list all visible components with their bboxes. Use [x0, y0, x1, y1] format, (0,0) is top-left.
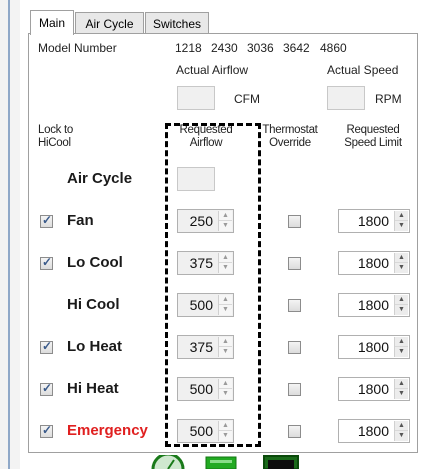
requested-airflow-highlight: [165, 123, 261, 447]
lo-cool-label: Lo Cool: [67, 254, 123, 271]
lo-cool-speed-value: 1800: [357, 255, 389, 271]
lock-header-line1: Lock to: [38, 124, 73, 136]
spinner-buttons: ▲ ▼: [394, 253, 408, 273]
model-number-1218: 1218: [175, 41, 202, 55]
indicator-icon: [205, 456, 237, 469]
actual-speed-unit: RPM: [375, 92, 402, 106]
checkmark-icon: ✓: [42, 339, 53, 353]
lo-cool-speed-limit-spinner[interactable]: 1800 ▲ ▼: [338, 251, 410, 275]
tab-switches[interactable]: Switches: [145, 12, 209, 34]
hi-heat-speed-limit-spinner[interactable]: 1800 ▲ ▼: [338, 377, 410, 401]
thermostat-override-header-line1: Thermostat: [262, 124, 318, 136]
lock-header-line2: HiCool: [38, 137, 71, 149]
lo-heat-lock-checkbox[interactable]: ✓: [40, 339, 53, 354]
spin-down-icon[interactable]: ▼: [395, 389, 408, 399]
fan-speed-limit-spinner[interactable]: 1800 ▲ ▼: [338, 209, 410, 233]
lo-cool-override-checkbox[interactable]: [288, 257, 301, 270]
emergency-label: Emergency: [67, 422, 148, 439]
model-number-3642: 3642: [283, 41, 310, 55]
emergency-speed-limit-spinner[interactable]: 1800 ▲ ▼: [338, 419, 410, 443]
spin-down-icon[interactable]: ▼: [395, 347, 408, 357]
hi-heat-label: Hi Heat: [67, 380, 119, 397]
checkmark-icon: ✓: [42, 381, 53, 395]
checkmark-icon: ✓: [42, 423, 53, 437]
window-left-border: [8, 0, 10, 469]
actual-airflow-unit: CFM: [234, 92, 260, 106]
model-number-label: Model Number: [38, 41, 117, 55]
speed-limit-header-line1: Requested: [346, 124, 400, 136]
emergency-speed-value: 1800: [357, 423, 389, 439]
spinner-buttons: ▲ ▼: [394, 379, 408, 399]
speed-limit-header-line2: Speed Limit: [344, 137, 402, 149]
tab-air-cycle[interactable]: Air Cycle: [75, 12, 144, 34]
fan-speed-value: 1800: [357, 213, 389, 229]
hi-cool-override-checkbox[interactable]: [288, 299, 301, 312]
lo-cool-lock-checkbox[interactable]: ✓: [40, 255, 53, 270]
hi-heat-lock-checkbox[interactable]: ✓: [40, 381, 53, 396]
spin-up-icon[interactable]: ▲: [395, 295, 408, 305]
lo-heat-label: Lo Heat: [67, 338, 123, 355]
spinner-buttons: ▲ ▼: [394, 337, 408, 357]
spin-down-icon[interactable]: ▼: [395, 263, 408, 273]
fan-label: Fan: [67, 212, 94, 229]
model-number-3036: 3036: [247, 41, 274, 55]
model-number-2430: 2430: [211, 41, 238, 55]
lo-heat-override-checkbox[interactable]: [288, 341, 301, 354]
hi-cool-speed-limit-spinner[interactable]: 1800 ▲ ▼: [338, 293, 410, 317]
actual-airflow-label: Actual Airflow: [176, 63, 249, 77]
emergency-lock-checkbox[interactable]: ✓: [40, 423, 53, 438]
fan-lock-checkbox[interactable]: ✓: [40, 213, 53, 228]
spin-down-icon[interactable]: ▼: [395, 431, 408, 441]
spin-down-icon[interactable]: ▼: [395, 305, 408, 315]
model-number-4860: 4860: [320, 41, 347, 55]
hi-heat-override-checkbox[interactable]: [288, 383, 301, 396]
gauge-icon: [151, 455, 185, 469]
hi-cool-speed-value: 1800: [357, 297, 389, 313]
spin-up-icon[interactable]: ▲: [395, 211, 408, 221]
spinner-buttons: ▲ ▼: [394, 211, 408, 231]
checkmark-icon: ✓: [42, 213, 53, 227]
spinner-buttons: ▲ ▼: [394, 295, 408, 315]
window-left-frame: [0, 0, 20, 469]
hi-heat-speed-value: 1800: [357, 381, 389, 397]
display-icon: [263, 455, 299, 469]
thermostat-override-header-line2: Override: [269, 137, 311, 149]
emergency-override-checkbox[interactable]: [288, 425, 301, 438]
spin-down-icon[interactable]: ▼: [395, 221, 408, 231]
spin-up-icon[interactable]: ▲: [395, 337, 408, 347]
hi-cool-label: Hi Cool: [67, 296, 120, 313]
lo-heat-speed-limit-spinner[interactable]: 1800 ▲ ▼: [338, 335, 410, 359]
tab-main[interactable]: Main: [30, 10, 74, 35]
lo-heat-speed-value: 1800: [357, 339, 389, 355]
spin-up-icon[interactable]: ▲: [395, 421, 408, 431]
actual-speed-display: [327, 86, 365, 110]
spin-up-icon[interactable]: ▲: [395, 253, 408, 263]
fan-override-checkbox[interactable]: [288, 215, 301, 228]
checkmark-icon: ✓: [42, 255, 53, 269]
spinner-buttons: ▲ ▼: [394, 421, 408, 441]
actual-speed-label: Actual Speed: [327, 63, 399, 77]
air-cycle-label: Air Cycle: [67, 170, 133, 187]
actual-airflow-display: [177, 86, 215, 110]
spin-up-icon[interactable]: ▲: [395, 379, 408, 389]
